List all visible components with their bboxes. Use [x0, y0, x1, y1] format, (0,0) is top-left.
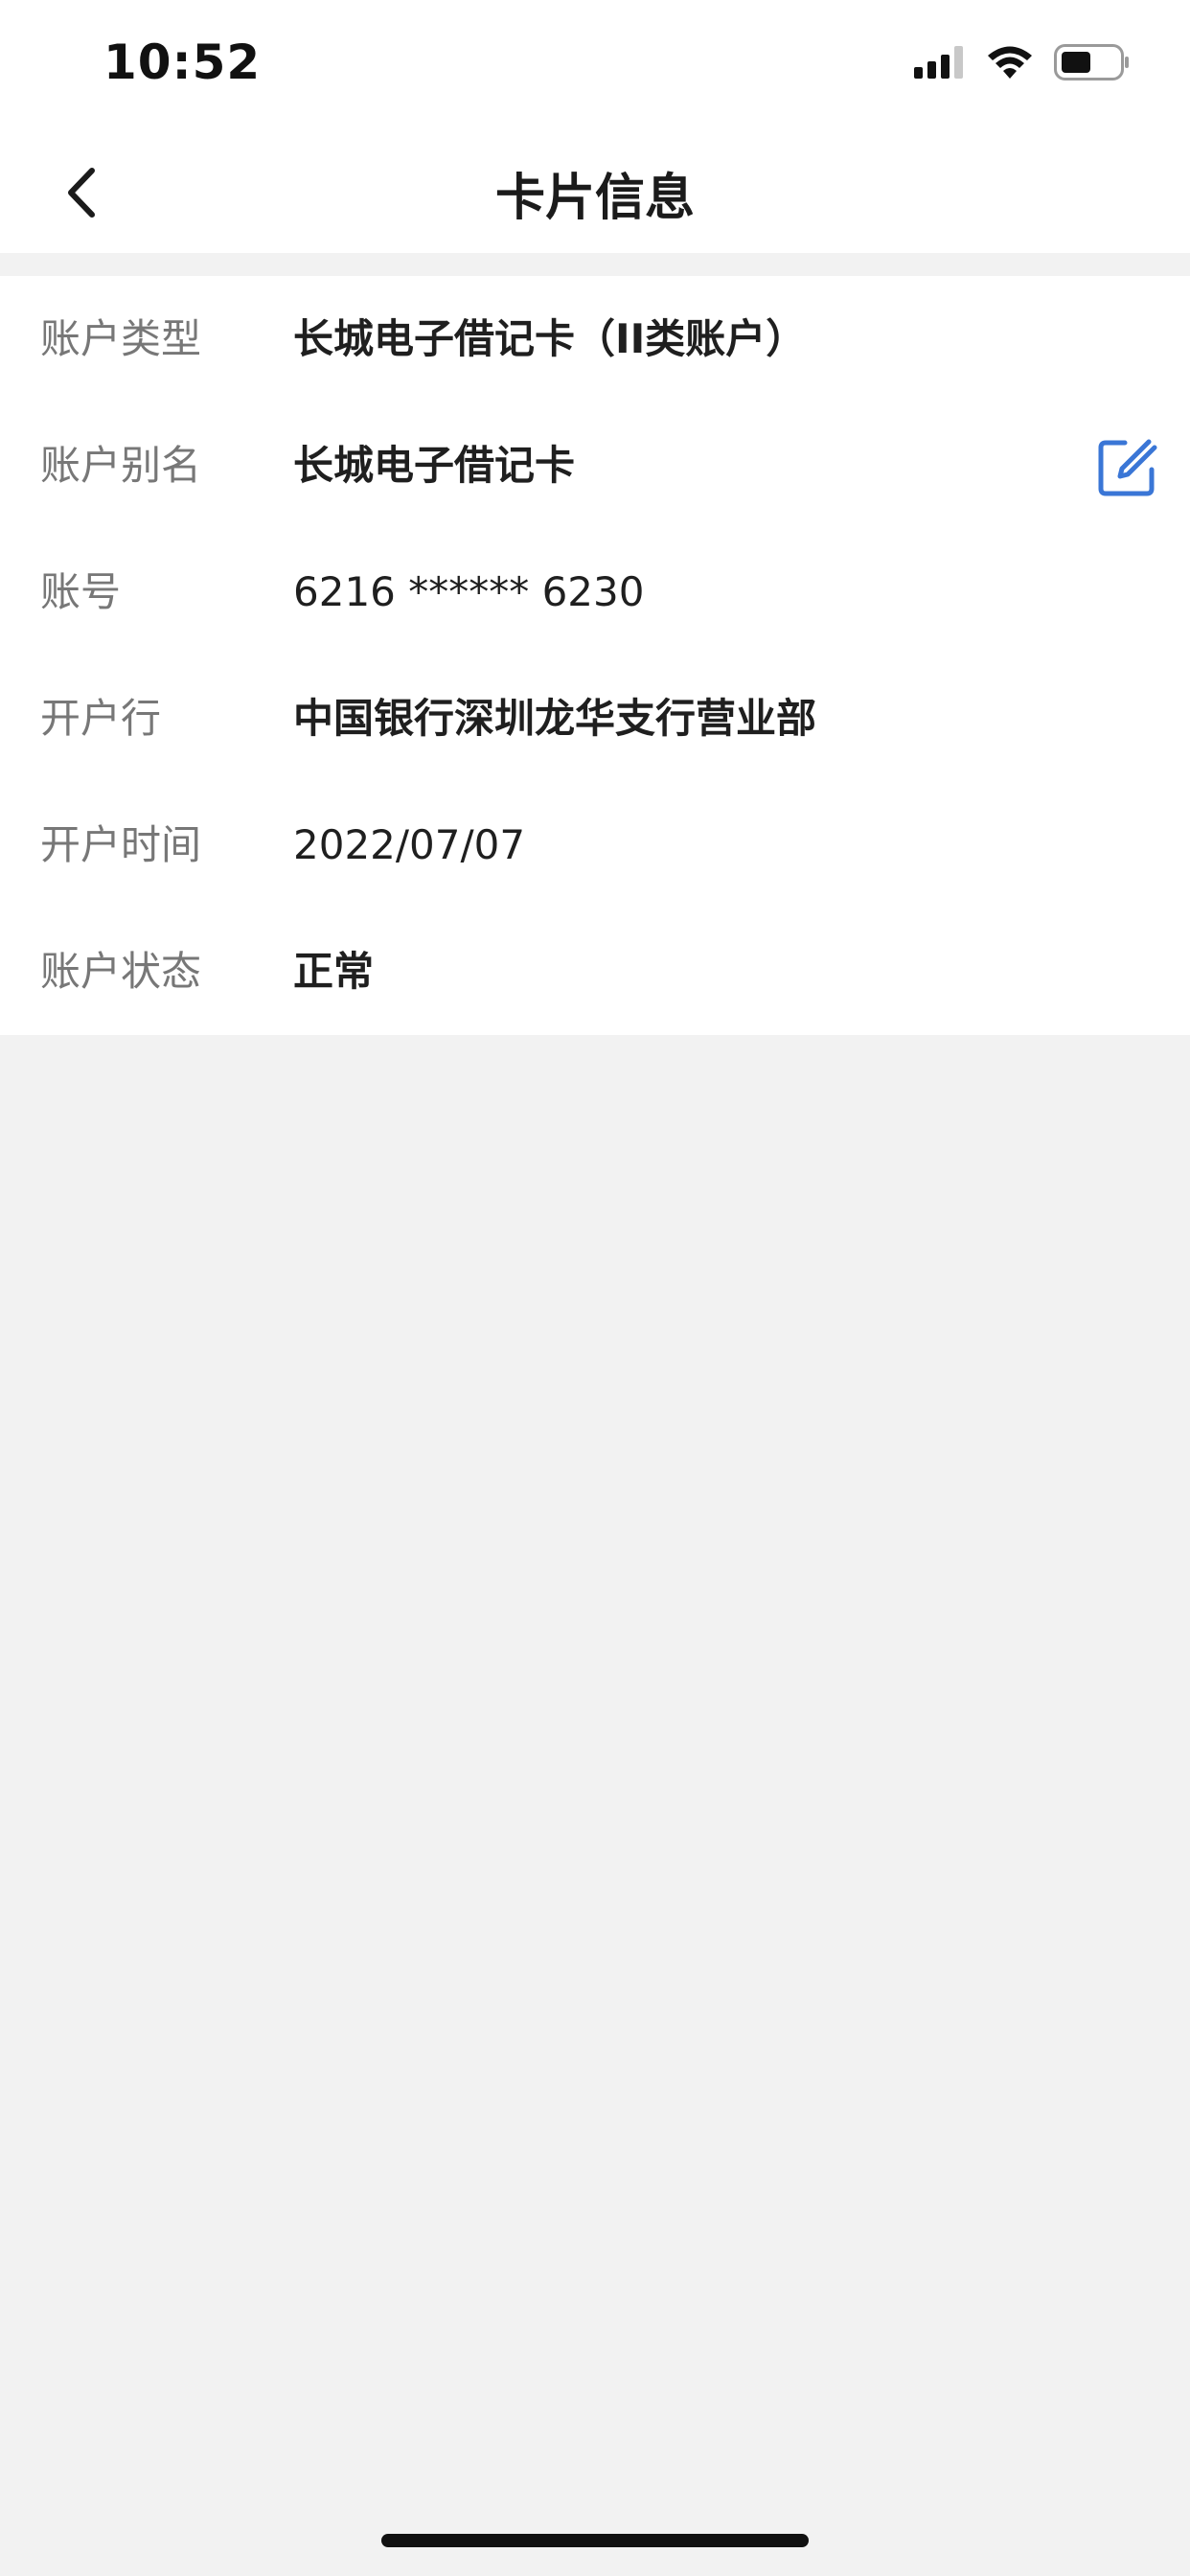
account-status-row: 账户状态 正常: [0, 908, 1190, 1035]
account-type-value: 长城电子借记卡（II类账户）: [293, 315, 807, 362]
signal-icon: [914, 46, 963, 79]
wifi-icon: [988, 46, 1032, 79]
card-info-panel: 账户类型 长城电子借记卡（II类账户） 账户别名 长城电子借记卡 账号 6216…: [0, 276, 1190, 1035]
opening-time-label: 开户时间: [40, 821, 202, 868]
account-status-value: 正常: [293, 948, 375, 995]
account-number-row: 账号 6216 ****** 6230: [0, 529, 1190, 656]
status-bar: 10:52: [0, 0, 1190, 134]
account-status-label: 账户状态: [40, 948, 202, 995]
account-number-label: 账号: [40, 568, 122, 615]
edit-icon: [1098, 439, 1157, 496]
battery-icon: [1054, 44, 1129, 80]
account-number-value: 6216 ****** 6230: [293, 568, 645, 615]
edit-alias-button[interactable]: [1096, 437, 1157, 498]
account-alias-row: 账户别名 长城电子借记卡: [0, 402, 1190, 529]
opening-bank-value: 中国银行深圳龙华支行营业部: [293, 695, 817, 742]
account-alias-value: 长城电子借记卡: [293, 442, 576, 489]
page-title: 卡片信息: [494, 170, 695, 227]
opening-bank-row: 开户行 中国银行深圳龙华支行营业部: [0, 656, 1190, 782]
account-type-row: 账户类型 长城电子借记卡（II类账户）: [0, 276, 1190, 402]
opening-time-row: 开户时间 2022/07/07: [0, 782, 1190, 908]
home-indicator: [381, 2534, 809, 2547]
nav-bar: 卡片信息: [0, 134, 1190, 253]
status-time: 10:52: [103, 34, 262, 90]
opening-bank-label: 开户行: [40, 695, 162, 742]
account-alias-label: 账户别名: [40, 442, 202, 489]
account-type-label: 账户类型: [40, 315, 202, 362]
status-icons: [914, 44, 1131, 80]
opening-time-value: 2022/07/07: [293, 821, 526, 868]
